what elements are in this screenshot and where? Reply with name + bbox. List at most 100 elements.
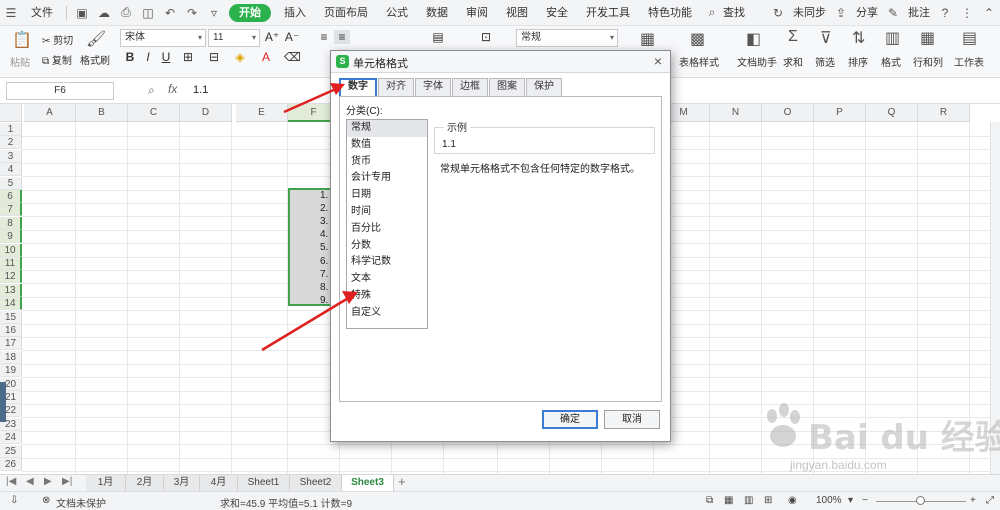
align-middle-icon[interactable]: ≡ [334, 30, 350, 44]
sheet-tab[interactable]: 3月 [164, 475, 200, 491]
tab-border[interactable]: 边框 [452, 78, 488, 96]
customize-icon[interactable]: ▿ [203, 6, 225, 20]
table-style-icon[interactable]: ▩ [690, 29, 705, 49]
category-item[interactable]: 文本 [347, 271, 427, 288]
bold-icon[interactable]: B [122, 50, 138, 64]
tab-home[interactable]: 开始 [229, 3, 271, 22]
column-header-d[interactable]: D [180, 104, 232, 122]
page-layout-icon[interactable]: ⊞ [764, 495, 772, 506]
sum-icon[interactable]: Σ [788, 28, 798, 46]
tab-data[interactable]: 数据 [417, 0, 457, 26]
comment-button[interactable]: 批注 [904, 0, 934, 26]
category-item[interactable]: 百分比 [347, 221, 427, 238]
font-shrink-icon[interactable]: A⁻ [284, 30, 300, 44]
category-item[interactable]: 特殊 [347, 288, 427, 305]
format-painter-button[interactable]: 格式刷 [80, 52, 110, 67]
tab-page-layout[interactable]: 页面布局 [315, 0, 377, 26]
cell-value[interactable]: 3. [320, 216, 328, 227]
column-header-e[interactable]: E [236, 104, 288, 122]
tab-formulas[interactable]: 公式 [377, 0, 417, 26]
tab-developer[interactable]: 开发工具 [577, 0, 639, 26]
status-icon[interactable]: ⇩ [10, 495, 18, 506]
tab-pattern[interactable]: 图案 [489, 78, 525, 96]
align-top-icon[interactable]: ≡ [316, 30, 332, 44]
category-item[interactable]: 数值 [347, 137, 427, 154]
format-icon[interactable]: ▥ [885, 28, 900, 48]
row-header-9[interactable]: 9 [0, 230, 22, 244]
cell-value[interactable]: 8. [320, 282, 328, 293]
category-item[interactable]: 科学记数 [347, 254, 427, 271]
format-painter-icon[interactable]: 🖌 [86, 29, 106, 49]
prev-sheet-icon[interactable]: ◀ [26, 476, 34, 487]
column-header-p[interactable]: P [814, 104, 866, 122]
more-icon[interactable]: ⋮ [956, 6, 978, 20]
cell-value[interactable]: 4. [320, 229, 328, 240]
sheet-tab[interactable]: Sheet3 [342, 475, 394, 491]
category-item[interactable]: 货币 [347, 154, 427, 171]
minimize-icon[interactable]: ⌃ [978, 6, 1000, 20]
cell-value[interactable]: 1. [320, 190, 328, 201]
wrap-icon[interactable]: ▤ [430, 30, 446, 44]
font-name-select[interactable]: 宋体 ▾ [120, 29, 206, 47]
fullscreen-icon[interactable]: ⤢ [986, 495, 994, 506]
format-button[interactable]: 格式 [881, 54, 901, 69]
row-header-15[interactable]: 15 [0, 310, 22, 324]
fill-color-icon[interactable]: ◈ [232, 50, 248, 64]
search-icon[interactable]: ⌕ [701, 5, 723, 20]
tab-view[interactable]: 视图 [497, 0, 537, 26]
column-header-c[interactable]: C [128, 104, 180, 122]
ok-button[interactable]: 确定 [542, 410, 598, 429]
column-header-o[interactable]: O [762, 104, 814, 122]
row-header-19[interactable]: 19 [0, 364, 22, 378]
zoom-slider-knob[interactable] [916, 496, 925, 505]
row-header-3[interactable]: 3 [0, 149, 22, 163]
sheet-tab[interactable]: 1月 [86, 475, 126, 491]
zoom-level[interactable]: 100% [816, 495, 842, 506]
protection-status[interactable]: 文档未保护 [56, 495, 106, 510]
tab-alignment[interactable]: 对齐 [378, 78, 414, 96]
category-item[interactable]: 分数 [347, 238, 427, 255]
category-item[interactable]: 日期 [347, 187, 427, 204]
category-item[interactable]: 自定义 [347, 305, 427, 322]
last-sheet-icon[interactable]: ▶| [62, 476, 72, 487]
sum-button[interactable]: 求和 [783, 54, 803, 69]
cut-button[interactable]: ✂ 剪切 [42, 32, 73, 47]
dialog-title-bar[interactable]: S 单元格格式 × [331, 51, 670, 73]
merge-center-icon[interactable]: ⊡ [478, 30, 494, 44]
filter-button[interactable]: 筛选 [815, 54, 835, 69]
side-panel-handle[interactable] [0, 382, 6, 422]
add-sheet-button[interactable]: + [398, 474, 406, 489]
underline-icon[interactable]: U [158, 50, 174, 64]
eye-icon[interactable]: ◉ [788, 495, 797, 506]
first-sheet-icon[interactable]: |◀ [6, 476, 16, 487]
font-grow-icon[interactable]: A⁺ [264, 30, 280, 44]
tab-font[interactable]: 字体 [415, 78, 451, 96]
search-label[interactable]: 查找 [723, 0, 754, 26]
cell-value[interactable]: 5. [320, 242, 328, 253]
save-icon[interactable]: ▣ [71, 6, 93, 20]
border-icon[interactable]: ⊞ [180, 50, 196, 64]
row-header-25[interactable]: 25 [0, 444, 22, 458]
row-header-17[interactable]: 17 [0, 337, 22, 351]
font-size-select[interactable]: 11 ▾ [208, 29, 260, 47]
zoom-icon[interactable]: ⌕ [148, 83, 155, 98]
italic-icon[interactable]: I [140, 50, 156, 64]
view-icon[interactable]: ⧉ [706, 495, 713, 506]
sort-icon[interactable]: ⇅ [852, 28, 865, 48]
eraser-icon[interactable]: ⌫ [284, 50, 301, 64]
row-header-26[interactable]: 26 [0, 458, 22, 471]
worksheet-button[interactable]: 工作表 [954, 54, 984, 69]
redo-icon[interactable]: ↷ [181, 6, 203, 20]
row-header-18[interactable]: 18 [0, 350, 22, 364]
row-header-4[interactable]: 4 [0, 163, 22, 177]
tab-review[interactable]: 审阅 [457, 0, 497, 26]
row-header-10[interactable]: 10 [0, 243, 22, 257]
share-button[interactable]: 分享 [852, 0, 882, 26]
worksheet-icon[interactable]: ▤ [962, 28, 977, 48]
paste-icon[interactable]: 📋 [12, 30, 32, 50]
font-color-icon[interactable]: A [258, 50, 274, 64]
sync-status[interactable]: 未同步 [789, 0, 830, 26]
fx-icon[interactable]: fx [168, 82, 177, 96]
sheet-tab[interactable]: 2月 [126, 475, 164, 491]
formula-input[interactable]: 1.1 [193, 84, 208, 96]
